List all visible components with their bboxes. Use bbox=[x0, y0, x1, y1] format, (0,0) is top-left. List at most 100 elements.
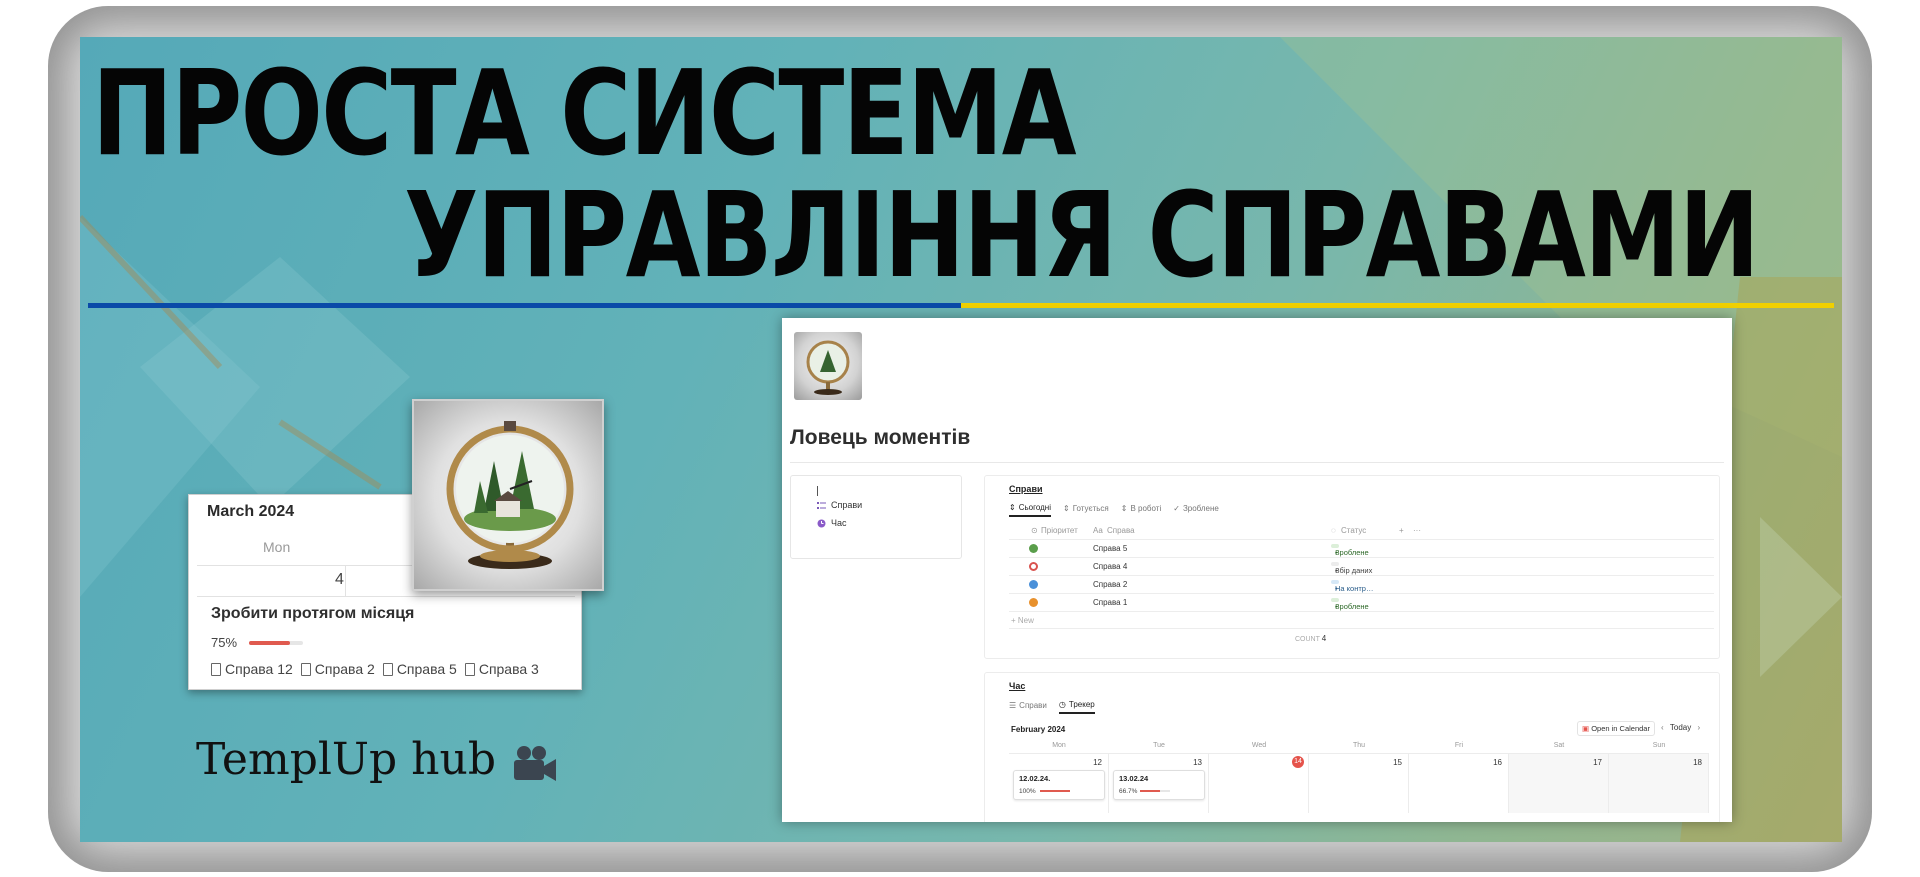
mirror-clock-icon bbox=[806, 340, 850, 395]
tab-today[interactable]: ⇕ Сьогодні bbox=[1009, 503, 1051, 517]
weekday-label: Fri bbox=[1454, 742, 1464, 749]
task-name[interactable]: Справа 1 bbox=[1093, 598, 1127, 607]
time-view-tabs: ☰ Справи ◷ Трекер bbox=[1009, 700, 1095, 714]
day-number: 15 bbox=[1393, 758, 1402, 767]
tasks-heading[interactable]: Справи bbox=[1009, 484, 1043, 494]
status-label: Зроблене bbox=[1335, 548, 1369, 557]
tab-preparing[interactable]: ⇕ Готується bbox=[1063, 503, 1109, 517]
row-count: COUNT 4 bbox=[1295, 634, 1326, 643]
card-grid-divider bbox=[345, 565, 346, 597]
task-name[interactable]: Справа 4 bbox=[1093, 562, 1127, 571]
linked-page-label: Справа 5 bbox=[396, 661, 457, 677]
linked-page[interactable]: Справа 12 bbox=[211, 661, 293, 677]
clock-icon bbox=[817, 519, 826, 527]
time-heading[interactable]: Час bbox=[1009, 681, 1025, 691]
weekday-label: Sat bbox=[1553, 742, 1565, 749]
calendar-month: February 2024 bbox=[1011, 725, 1066, 734]
status-badge[interactable]: • Зроблене bbox=[1331, 598, 1369, 611]
weekday-label: Wed bbox=[1251, 742, 1267, 749]
card-progress-label: 75% bbox=[211, 635, 238, 650]
priority-icon: ⊙ bbox=[1031, 526, 1038, 535]
linked-page-label: Справа 3 bbox=[478, 661, 539, 677]
card-linked-pages: Справа 12 Справа 2 Справа 5 Справа 3 bbox=[211, 661, 539, 677]
text-icon: Aa bbox=[1093, 526, 1103, 535]
headline-line-2: УПРАВЛІННЯ СПРАВАМИ bbox=[404, 166, 1760, 304]
table-row[interactable]: Справа 2 • На контр… bbox=[1009, 576, 1714, 594]
linked-page[interactable]: Справа 5 bbox=[382, 661, 457, 677]
calendar-day-cell[interactable]: 14 bbox=[1209, 753, 1309, 813]
open-in-calendar-button[interactable]: ▣ Open in Calendar bbox=[1577, 721, 1655, 736]
clock-icon: ◷ bbox=[1058, 700, 1066, 709]
nav-item-time[interactable]: Час bbox=[817, 518, 847, 528]
status-badge[interactable]: • Зроблене bbox=[1331, 544, 1369, 557]
calendar-event-card[interactable]: 13.02.24 66.7% bbox=[1113, 770, 1205, 800]
tab-tasks[interactable]: ☰ Справи bbox=[1009, 700, 1047, 714]
video-camera-icon bbox=[514, 746, 556, 781]
day-number: 13 bbox=[1193, 758, 1202, 767]
tab-label: Трекер bbox=[1068, 700, 1095, 709]
calendar-day-cell[interactable]: 15 bbox=[1309, 753, 1409, 813]
priority-dot-icon bbox=[1029, 544, 1038, 553]
tab-label: Сьогодні bbox=[1018, 503, 1051, 512]
calendar-day-cell[interactable]: 18 bbox=[1609, 753, 1709, 813]
calendar-day-cell[interactable]: 13 13.02.24 66.7% bbox=[1109, 753, 1209, 813]
table-row[interactable]: Справа 5 • Зроблене bbox=[1009, 540, 1714, 558]
tab-label: Справи bbox=[1019, 701, 1047, 710]
mirror-clock-icon bbox=[446, 421, 574, 569]
status-badge[interactable]: • На контр… bbox=[1331, 580, 1373, 593]
tab-done[interactable]: ✓ Зроблене bbox=[1173, 503, 1219, 517]
today-button[interactable]: Today bbox=[1670, 723, 1691, 732]
count-label: COUNT bbox=[1295, 636, 1320, 643]
add-column-button[interactable]: + bbox=[1399, 526, 1404, 535]
linked-page[interactable]: Справа 3 bbox=[464, 661, 539, 677]
day-number: 16 bbox=[1493, 758, 1502, 767]
calendar-day-cell[interactable]: 12 12.02.24. 100% bbox=[1009, 753, 1109, 813]
tab-label: Зроблене bbox=[1182, 504, 1219, 513]
task-name[interactable]: Справа 2 bbox=[1093, 580, 1127, 589]
linked-page-label: Справа 12 bbox=[225, 661, 293, 677]
page-title: Ловець моментів bbox=[790, 426, 971, 449]
tasks-view-tabs: ⇕ Сьогодні ⇕ Готується ⇕ В роботі ✓ Зроблене bbox=[1009, 503, 1219, 517]
card-weekday: Mon bbox=[263, 539, 291, 555]
mirror-clock-image bbox=[412, 399, 604, 591]
day-number: 14 bbox=[1292, 756, 1304, 768]
weekday-label: Sun bbox=[1652, 742, 1666, 749]
event-progress-bar bbox=[1140, 790, 1170, 792]
calendar-day-cell[interactable]: 16 bbox=[1409, 753, 1509, 813]
event-progress-label: 66.7% bbox=[1119, 788, 1138, 795]
col-status[interactable]: Статус bbox=[1341, 526, 1366, 535]
col-name[interactable]: Справа bbox=[1107, 526, 1135, 535]
tab-tracker[interactable]: ◷ Трекер bbox=[1058, 700, 1095, 714]
nav-item-label: Справи bbox=[831, 500, 863, 510]
chevron-right-icon[interactable]: › bbox=[1698, 723, 1701, 732]
tab-in-progress[interactable]: ⇕ В роботі bbox=[1121, 503, 1161, 517]
status-label: На контр… bbox=[1335, 584, 1374, 593]
weekday-header: Mon Tue Wed Thu Fri Sat Sun bbox=[1009, 742, 1709, 749]
table-row[interactable]: Справа 4 • Збір даних bbox=[1009, 558, 1714, 576]
tab-label: В роботі bbox=[1130, 504, 1162, 513]
linked-page[interactable]: Справа 2 bbox=[300, 661, 375, 677]
day-number: 17 bbox=[1593, 758, 1602, 767]
col-priority[interactable]: Пріоритет bbox=[1041, 526, 1078, 535]
nav-item-tasks[interactable]: Справи bbox=[817, 500, 862, 510]
checklist-icon bbox=[817, 501, 826, 509]
task-name[interactable]: Справа 5 bbox=[1093, 544, 1127, 553]
new-row-button[interactable]: + New bbox=[1011, 616, 1034, 625]
calendar-event-card[interactable]: 12.02.24. 100% bbox=[1013, 770, 1105, 800]
card-task-title[interactable]: Зробити протягом місяця bbox=[211, 605, 414, 623]
page-icon bbox=[211, 662, 221, 676]
status-label: Збір даних bbox=[1335, 566, 1373, 575]
table-row[interactable]: Справа 1 • Зроблене bbox=[1009, 594, 1714, 612]
calendar-day-cell[interactable]: 17 bbox=[1509, 753, 1609, 813]
status-badge[interactable]: • Збір даних bbox=[1331, 562, 1372, 575]
notion-screenshot: Ловець моментів Справи Час Справи ⇕ Сього… bbox=[782, 318, 1732, 822]
nav-item-label: Час bbox=[831, 518, 847, 528]
more-button[interactable]: ··· bbox=[1413, 526, 1421, 535]
check-icon: ✓ bbox=[1173, 504, 1180, 513]
priority-dot-icon bbox=[1029, 598, 1038, 607]
event-progress-bar bbox=[1040, 790, 1070, 792]
chevron-left-icon[interactable]: ‹ bbox=[1661, 723, 1664, 732]
status-icon: ◌ bbox=[1331, 526, 1336, 535]
status-label: Зроблене bbox=[1335, 602, 1369, 611]
page-icon bbox=[300, 662, 311, 676]
